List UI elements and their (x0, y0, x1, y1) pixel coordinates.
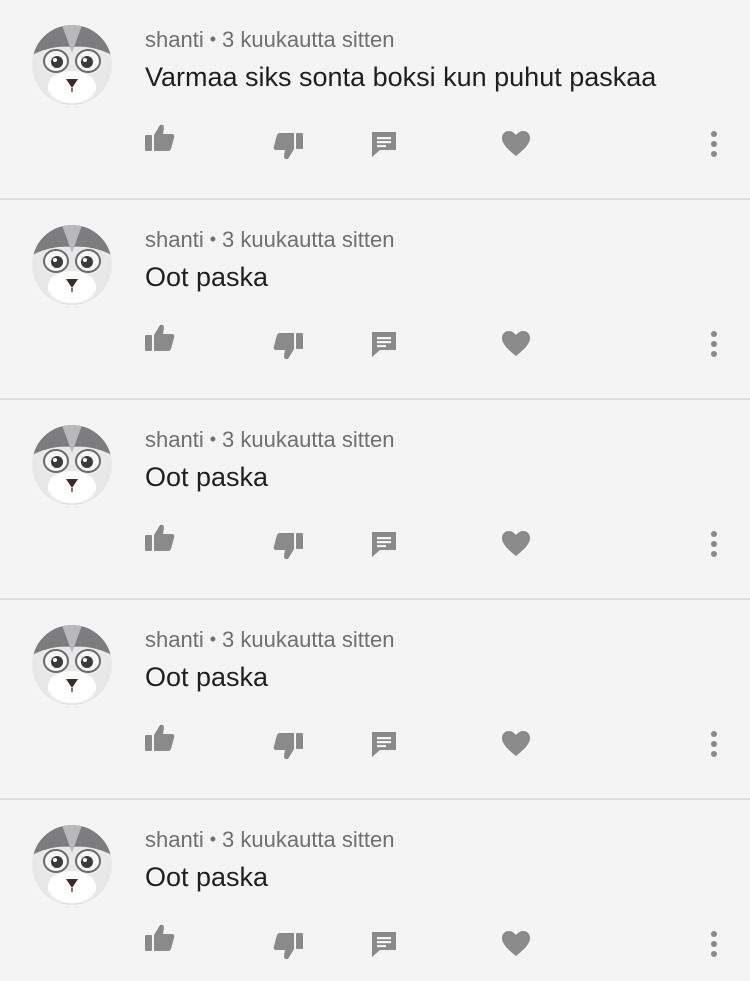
like-button[interactable] (142, 120, 178, 156)
author-name[interactable]: shanti (145, 27, 204, 52)
dislike-button[interactable] (270, 528, 306, 564)
dislike-button[interactable] (270, 728, 306, 764)
avatar[interactable] (32, 625, 112, 705)
avatar[interactable] (32, 425, 112, 505)
thumbs-up-icon (144, 923, 176, 953)
like-button[interactable] (142, 520, 178, 556)
comment-meta: shanti • 3 kuukautta sitten (145, 27, 394, 53)
thumbs-down-icon (272, 931, 304, 961)
comment-item: shanti • 3 kuukautta sitten Oot paska (0, 600, 750, 800)
more-options-button[interactable] (696, 326, 732, 362)
comment-icon (369, 129, 399, 159)
thumbs-up-icon (144, 723, 176, 753)
heart-icon (501, 330, 531, 358)
comment-icon (369, 529, 399, 559)
meta-separator: • (209, 829, 217, 849)
more-vertical-icon (709, 730, 719, 758)
reply-button[interactable] (366, 726, 402, 762)
like-button[interactable] (142, 720, 178, 756)
thumbs-down-icon (272, 331, 304, 361)
heart-button[interactable] (498, 326, 534, 362)
comment-text: Oot paska (145, 262, 269, 292)
reply-button[interactable] (366, 126, 402, 162)
more-options-button[interactable] (696, 126, 732, 162)
more-vertical-icon (709, 330, 719, 358)
heart-icon (501, 530, 531, 558)
author-name[interactable]: shanti (145, 227, 204, 252)
thumbs-down-icon (272, 531, 304, 561)
avatar[interactable] (32, 25, 112, 105)
kitten-avatar-image (32, 225, 112, 305)
heart-button[interactable] (498, 526, 534, 562)
thumbs-up-icon (144, 123, 176, 153)
comment-item: shanti • 3 kuukautta sitten Oot paska (0, 400, 750, 600)
thumbs-up-icon (144, 323, 176, 353)
heart-button[interactable] (498, 726, 534, 762)
like-button[interactable] (142, 320, 178, 356)
meta-separator: • (209, 229, 217, 249)
reply-button[interactable] (366, 326, 402, 362)
kitten-avatar-image (32, 825, 112, 905)
more-vertical-icon (709, 130, 719, 158)
dislike-button[interactable] (270, 128, 306, 164)
heart-button[interactable] (498, 126, 534, 162)
dislike-button[interactable] (270, 328, 306, 364)
comment-text: Oot paska (145, 462, 269, 492)
author-name[interactable]: shanti (145, 827, 204, 852)
comment-item: shanti • 3 kuukautta sitten Oot paska (0, 200, 750, 400)
heart-icon (501, 130, 531, 158)
thumbs-up-icon (144, 523, 176, 553)
comment-icon (369, 929, 399, 959)
heart-icon (501, 730, 531, 758)
avatar[interactable] (32, 225, 112, 305)
thumbs-down-icon (272, 131, 304, 161)
more-options-button[interactable] (696, 926, 732, 962)
comment-time: 3 kuukautta sitten (222, 227, 395, 252)
heart-button[interactable] (498, 926, 534, 962)
author-name[interactable]: shanti (145, 427, 204, 452)
kitten-avatar-image (32, 625, 112, 705)
reply-button[interactable] (366, 526, 402, 562)
author-name[interactable]: shanti (145, 627, 204, 652)
kitten-avatar-image (32, 25, 112, 105)
comment-text: Oot paska (145, 662, 269, 692)
more-vertical-icon (709, 530, 719, 558)
comment-icon (369, 329, 399, 359)
avatar[interactable] (32, 825, 112, 905)
comment-icon (369, 729, 399, 759)
comment-meta: shanti • 3 kuukautta sitten (145, 227, 394, 253)
comment-time: 3 kuukautta sitten (222, 427, 395, 452)
comment-text: Varmaa siks sonta boksi kun puhut paskaa (145, 62, 657, 92)
comment-text: Oot paska (145, 862, 269, 892)
kitten-avatar-image (32, 425, 112, 505)
heart-icon (501, 930, 531, 958)
comment-meta: shanti • 3 kuukautta sitten (145, 827, 394, 853)
meta-separator: • (209, 29, 217, 49)
comment-item: shanti • 3 kuukautta sitten Varmaa siks so… (0, 0, 750, 200)
more-options-button[interactable] (696, 526, 732, 562)
more-options-button[interactable] (696, 726, 732, 762)
comment-meta: shanti • 3 kuukautta sitten (145, 427, 394, 453)
meta-separator: • (209, 429, 217, 449)
comment-time: 3 kuukautta sitten (222, 27, 395, 52)
meta-separator: • (209, 629, 217, 649)
comment-item: shanti • 3 kuukautta sitten Oot paska (0, 800, 750, 981)
thumbs-down-icon (272, 731, 304, 761)
like-button[interactable] (142, 920, 178, 956)
comment-list: shanti • 3 kuukautta sitten Varmaa siks so… (0, 0, 750, 981)
comment-meta: shanti • 3 kuukautta sitten (145, 627, 394, 653)
comment-time: 3 kuukautta sitten (222, 827, 395, 852)
comment-time: 3 kuukautta sitten (222, 627, 395, 652)
reply-button[interactable] (366, 926, 402, 962)
dislike-button[interactable] (270, 928, 306, 964)
more-vertical-icon (709, 930, 719, 958)
